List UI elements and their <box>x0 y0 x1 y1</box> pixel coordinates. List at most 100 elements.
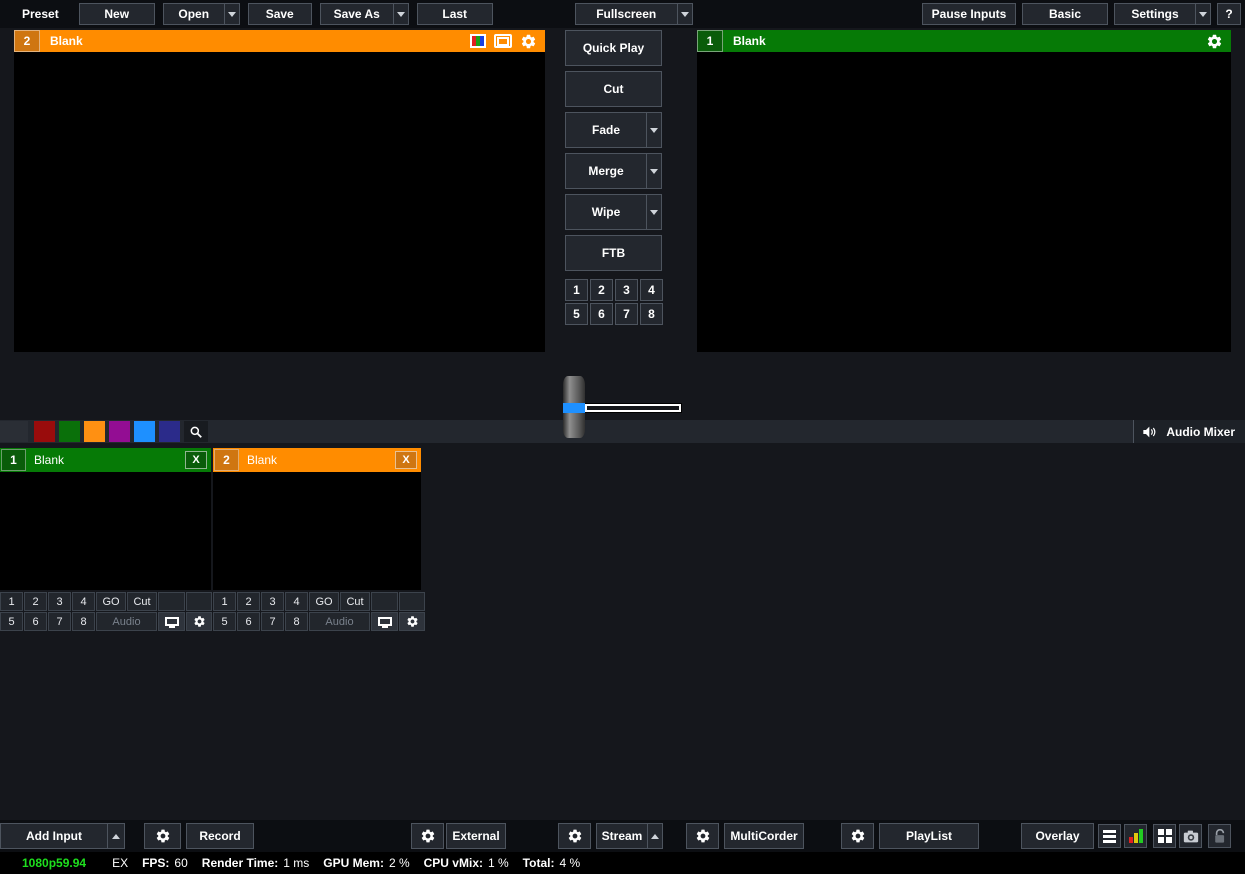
input2-header[interactable]: 2 Blank X <box>213 448 421 472</box>
transition-number-5[interactable]: 5 <box>565 303 588 325</box>
wipe-button[interactable]: Wipe <box>565 194 647 230</box>
fullscreen-button[interactable]: Fullscreen <box>575 3 678 25</box>
input2-thumbnail[interactable] <box>213 472 421 590</box>
add-input-dropdown[interactable] <box>108 823 125 849</box>
snapshot-button[interactable] <box>1179 824 1202 848</box>
input1-key-7[interactable]: 7 <box>48 612 71 631</box>
multicorder-button[interactable]: MultiCorder <box>724 823 804 849</box>
input1-key-5[interactable]: 5 <box>0 612 23 631</box>
input2-key-blank1[interactable] <box>371 592 398 611</box>
save-as-dropdown[interactable] <box>394 3 409 25</box>
input2-key-3[interactable]: 3 <box>261 592 284 611</box>
preview-video[interactable] <box>14 52 545 352</box>
merge-button[interactable]: Merge <box>565 153 647 189</box>
input2-key-2[interactable]: 2 <box>237 592 260 611</box>
category-swatch-navy[interactable] <box>159 421 180 442</box>
merge-dropdown[interactable] <box>647 153 662 189</box>
fullscreen-dropdown[interactable] <box>678 3 693 25</box>
input1-key-3[interactable]: 3 <box>48 592 71 611</box>
input2-key-4[interactable]: 4 <box>285 592 308 611</box>
tbar-track[interactable] <box>585 404 681 412</box>
input1-go-button[interactable]: GO <box>96 592 126 611</box>
input1-key-blank2[interactable] <box>186 592 212 611</box>
wipe-dropdown[interactable] <box>647 194 662 230</box>
transition-number-8[interactable]: 8 <box>640 303 663 325</box>
transition-number-3[interactable]: 3 <box>615 279 638 301</box>
input2-fullscreen-button[interactable] <box>371 612 398 631</box>
transition-number-6[interactable]: 6 <box>590 303 613 325</box>
search-button[interactable] <box>184 421 208 442</box>
input2-key-6[interactable]: 6 <box>237 612 260 631</box>
multiview-button[interactable] <box>1153 824 1176 848</box>
multicorder-settings-button[interactable] <box>686 823 719 849</box>
external-button[interactable]: External <box>446 823 506 849</box>
fade-button[interactable]: Fade <box>565 112 647 148</box>
program-header[interactable]: 1 Blank <box>697 30 1231 52</box>
add-input-button[interactable]: Add Input <box>0 823 108 849</box>
ftb-button[interactable]: FTB <box>565 235 662 271</box>
fade-dropdown[interactable] <box>647 112 662 148</box>
input1-audio-button[interactable]: Audio <box>96 612 157 631</box>
input2-audio-button[interactable]: Audio <box>309 612 370 631</box>
transition-number-1[interactable]: 1 <box>565 279 588 301</box>
input1-key-4[interactable]: 4 <box>72 592 95 611</box>
category-swatch-red[interactable] <box>34 421 55 442</box>
transition-number-2[interactable]: 2 <box>590 279 613 301</box>
input2-key-blank2[interactable] <box>399 592 425 611</box>
input1-thumbnail[interactable] <box>0 472 211 590</box>
category-swatch-orange[interactable] <box>84 421 105 442</box>
input2-key-5[interactable]: 5 <box>213 612 236 631</box>
pause-inputs-button[interactable]: Pause Inputs <box>922 3 1016 25</box>
input2-go-button[interactable]: GO <box>309 592 339 611</box>
cut-button[interactable]: Cut <box>565 71 662 107</box>
stream-button[interactable]: Stream <box>596 823 648 849</box>
audio-levels-button[interactable] <box>1124 824 1147 848</box>
overlay-button[interactable]: Overlay <box>1021 823 1094 849</box>
colorbars-icon[interactable] <box>470 34 486 48</box>
input1-key-blank1[interactable] <box>158 592 185 611</box>
category-swatch-green[interactable] <box>59 421 80 442</box>
input1-key-1[interactable]: 1 <box>0 592 23 611</box>
external-settings-button[interactable] <box>411 823 444 849</box>
last-button[interactable]: Last <box>417 3 493 25</box>
transition-tbar[interactable] <box>563 376 683 438</box>
input1-header[interactable]: 1 Blank X <box>0 448 211 472</box>
input1-key-6[interactable]: 6 <box>24 612 47 631</box>
gear-icon[interactable] <box>520 33 537 50</box>
category-swatch-purple[interactable] <box>109 421 130 442</box>
transition-number-4[interactable]: 4 <box>640 279 663 301</box>
basic-button[interactable]: Basic <box>1022 3 1108 25</box>
record-settings-button[interactable] <box>144 823 181 849</box>
input1-key-8[interactable]: 8 <box>72 612 95 631</box>
save-button[interactable]: Save <box>248 3 312 25</box>
input2-settings-button[interactable] <box>399 612 425 631</box>
input2-key-8[interactable]: 8 <box>285 612 308 631</box>
tbar-handle[interactable] <box>563 376 585 438</box>
audio-mixer-button[interactable]: Audio Mixer <box>1133 420 1245 443</box>
category-swatch-none[interactable] <box>0 421 28 442</box>
input1-settings-button[interactable] <box>186 612 212 631</box>
preview-header[interactable]: 2 Blank <box>14 30 545 52</box>
input1-key-2[interactable]: 2 <box>24 592 47 611</box>
input2-close-button[interactable]: X <box>395 451 417 469</box>
playlist-button[interactable]: PlayList <box>879 823 979 849</box>
input1-cut-button[interactable]: Cut <box>127 592 157 611</box>
input2-cut-button[interactable]: Cut <box>340 592 370 611</box>
record-button[interactable]: Record <box>186 823 254 849</box>
input2-key-7[interactable]: 7 <box>261 612 284 631</box>
playlist-settings-button[interactable] <box>841 823 874 849</box>
gear-icon[interactable] <box>1206 33 1223 50</box>
shortcuts-menu-button[interactable] <box>1098 824 1121 848</box>
category-swatch-blue[interactable] <box>134 421 155 442</box>
transition-number-7[interactable]: 7 <box>615 303 638 325</box>
open-button[interactable]: Open <box>163 3 225 25</box>
lock-button[interactable] <box>1208 824 1231 848</box>
settings-dropdown[interactable] <box>1196 3 1211 25</box>
quick-play-button[interactable]: Quick Play <box>565 30 662 66</box>
input2-key-1[interactable]: 1 <box>213 592 236 611</box>
new-button[interactable]: New <box>79 3 155 25</box>
fullscreen-output-icon[interactable] <box>494 34 512 48</box>
program-video[interactable] <box>697 52 1231 352</box>
input1-fullscreen-button[interactable] <box>158 612 185 631</box>
settings-button[interactable]: Settings <box>1114 3 1196 25</box>
